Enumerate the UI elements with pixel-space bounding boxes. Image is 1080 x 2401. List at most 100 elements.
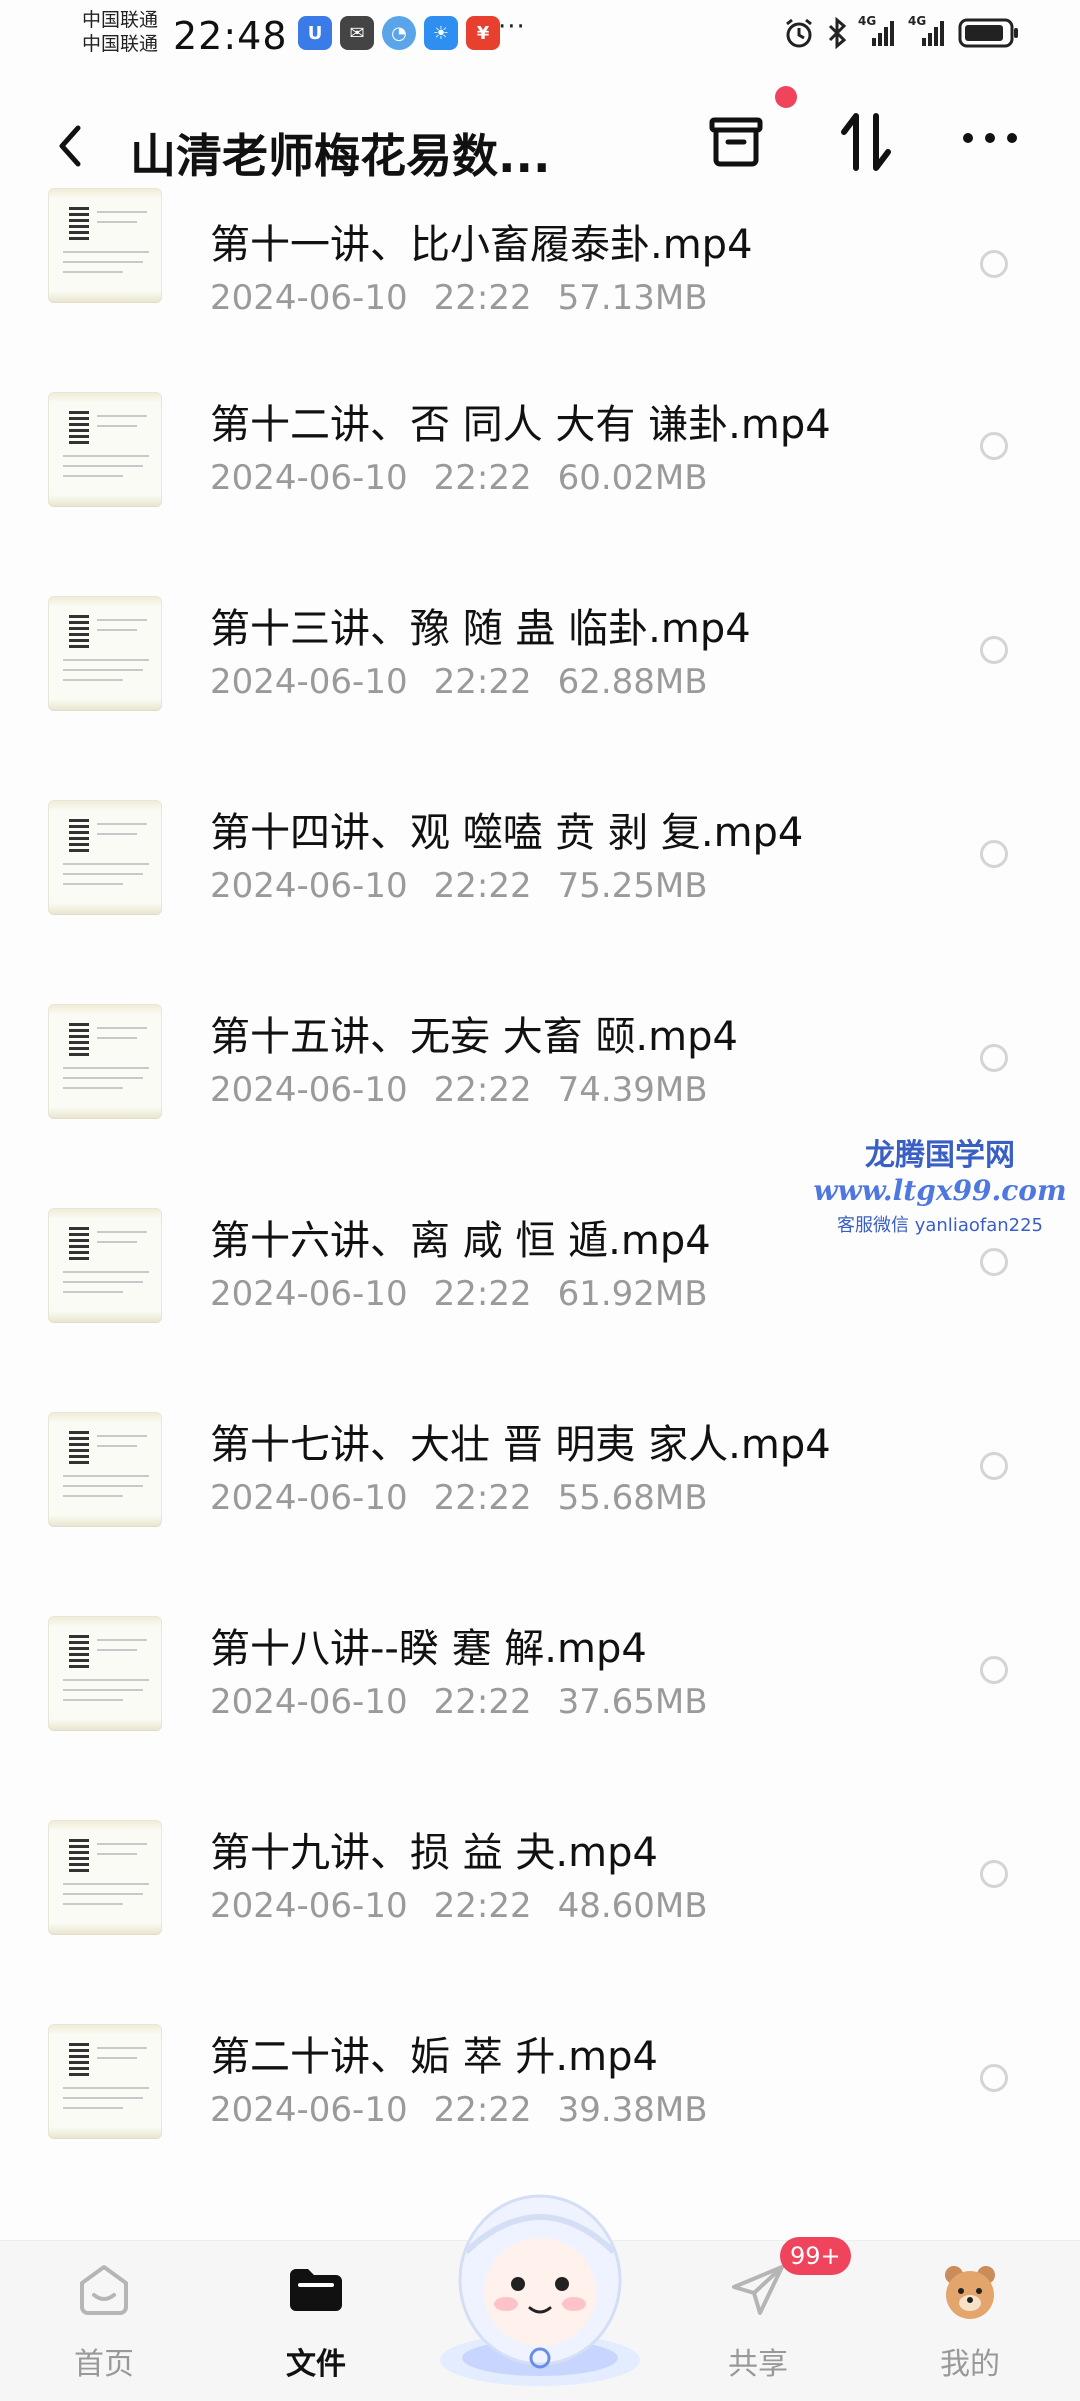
file-name[interactable]: 第十六讲、离 咸 恒 遁.mp4: [210, 1208, 711, 1266]
hexagram-icon: [69, 207, 89, 243]
video-thumbnail: [48, 1412, 162, 1526]
bluetooth-icon: [828, 16, 847, 50]
file-date: 2024-06-10: [210, 1682, 408, 1722]
file-meta: 2024-06-10 22:22 55.68MB: [210, 1478, 708, 1518]
hexagram-icon: [69, 1635, 89, 1671]
more-notifications-icon: ···: [498, 12, 526, 42]
nav-share-label: 共享: [728, 2347, 788, 2382]
system-icons: 4G 4G: [782, 14, 1020, 50]
file-row[interactable]: 第十七讲、大壮 晋 明夷 家人.mp4 2024-06-10 22:22 55.68M…: [0, 1382, 1080, 1586]
file-time: 22:22: [433, 1682, 532, 1722]
nav-home[interactable]: 首页: [34, 2261, 174, 2383]
file-size: 74.39MB: [557, 1070, 708, 1110]
bear-avatar-icon: [945, 2266, 995, 2319]
file-date: 2024-06-10: [210, 662, 408, 702]
red-packet-notification-icon: ¥: [466, 16, 500, 50]
select-radio[interactable]: [980, 250, 1008, 278]
nav-home-label: 首页: [74, 2347, 134, 2382]
file-time: 22:22: [433, 1478, 532, 1518]
sort-icon[interactable]: [836, 110, 896, 174]
file-time: 22:22: [433, 662, 532, 702]
paper-plane-icon: [732, 2265, 784, 2315]
video-thumbnail: [48, 800, 162, 914]
file-date: 2024-06-10: [210, 458, 408, 498]
file-row[interactable]: 第二十讲、姤 萃 升.mp4 2024-06-10 22:22 39.38MB: [0, 1994, 1080, 2198]
file-name[interactable]: 第十一讲、比小畜履泰卦.mp4: [210, 212, 753, 270]
file-size: 39.38MB: [557, 2090, 708, 2130]
file-size: 48.60MB: [557, 1886, 708, 1926]
file-name[interactable]: 第十四讲、观 噬嗑 贲 剥 复.mp4: [210, 800, 803, 858]
file-time: 22:22: [433, 2090, 532, 2130]
file-date: 2024-06-10: [210, 1886, 408, 1926]
app-notification-icon: ✉: [340, 16, 374, 50]
file-meta: 2024-06-10 22:22 61.92MB: [210, 1274, 708, 1314]
file-row[interactable]: 第十八讲--睽 蹇 解.mp4 2024-06-10 22:22 37.65MB: [0, 1586, 1080, 1790]
select-radio[interactable]: [980, 1044, 1008, 1072]
select-radio[interactable]: [980, 840, 1008, 868]
select-radio[interactable]: [980, 2064, 1008, 2092]
alarm-icon: [786, 18, 812, 48]
archive-icon[interactable]: [706, 112, 766, 172]
select-radio[interactable]: [980, 636, 1008, 664]
file-date: 2024-06-10: [210, 1070, 408, 1110]
battery-icon: [958, 18, 1018, 48]
video-thumbnail: [48, 1820, 162, 1934]
signal-2-icon: 4G: [908, 14, 948, 48]
top-app-bar: 山清老师梅花易数...: [0, 80, 1080, 210]
file-row[interactable]: 第十九讲、损 益 夬.mp4 2024-06-10 22:22 48.60MB: [0, 1790, 1080, 1994]
video-thumbnail: [48, 1616, 162, 1730]
app-notification-icon: U: [298, 16, 332, 50]
file-size: 57.13MB: [557, 278, 708, 318]
select-radio[interactable]: [980, 1860, 1008, 1888]
nav-me[interactable]: 我的: [900, 2261, 1040, 2383]
back-arrow-icon[interactable]: [50, 118, 90, 174]
hexagram-icon: [69, 2043, 89, 2079]
file-meta: 2024-06-10 22:22 60.02MB: [210, 458, 708, 498]
file-name[interactable]: 第十九讲、损 益 夬.mp4: [210, 1820, 658, 1878]
file-time: 22:22: [433, 1886, 532, 1926]
share-badge: 99+: [780, 2237, 851, 2275]
file-size: 37.65MB: [557, 1682, 708, 1722]
file-name[interactable]: 第十五讲、无妄 大畜 颐.mp4: [210, 1004, 738, 1062]
file-name[interactable]: 第二十讲、姤 萃 升.mp4: [210, 2024, 658, 2082]
file-name[interactable]: 第十二讲、否 同人 大有 谦卦.mp4: [210, 392, 831, 450]
file-name[interactable]: 第十三讲、豫 随 蛊 临卦.mp4: [210, 596, 751, 654]
file-row[interactable]: 第十三讲、豫 随 蛊 临卦.mp4 2024-06-10 22:22 62.88MB: [0, 566, 1080, 770]
video-thumbnail: [48, 188, 162, 302]
select-radio[interactable]: [980, 432, 1008, 460]
file-date: 2024-06-10: [210, 278, 408, 318]
select-radio[interactable]: [980, 1248, 1008, 1276]
file-meta: 2024-06-10 22:22 57.13MB: [210, 278, 708, 318]
file-meta: 2024-06-10 22:22 75.25MB: [210, 866, 708, 906]
mascot-assistant-button[interactable]: [430, 2180, 650, 2390]
home-icon: [80, 2265, 128, 2315]
file-time: 22:22: [433, 458, 532, 498]
nav-files[interactable]: 文件: [246, 2261, 386, 2383]
folder-icon: [290, 2269, 342, 2311]
file-size: 55.68MB: [557, 1478, 708, 1518]
video-thumbnail: [48, 1004, 162, 1118]
file-name[interactable]: 第十八讲--睽 蹇 解.mp4: [210, 1616, 647, 1674]
hexagram-icon: [69, 1227, 89, 1263]
file-row[interactable]: 第十四讲、观 噬嗑 贲 剥 复.mp4 2024-06-10 22:22 75.25M…: [0, 770, 1080, 974]
file-meta: 2024-06-10 22:22 39.38MB: [210, 2090, 708, 2130]
file-date: 2024-06-10: [210, 866, 408, 906]
watermark: 龙腾国学网 www.ltgx99.com 客服微信 yanliaofan225: [800, 1130, 1080, 1237]
browser-notification-icon: ◔: [382, 16, 416, 50]
notification-icons: U ✉ ◔ ☀ ¥: [298, 16, 500, 50]
select-radio[interactable]: [980, 1452, 1008, 1480]
file-size: 61.92MB: [557, 1274, 708, 1314]
hexagram-icon: [69, 819, 89, 855]
notification-dot: [775, 86, 797, 108]
watermark-line-3: 客服微信 yanliaofan225: [837, 1215, 1043, 1236]
file-time: 22:22: [433, 1274, 532, 1314]
video-thumbnail: [48, 2024, 162, 2138]
file-name[interactable]: 第十七讲、大壮 晋 明夷 家人.mp4: [210, 1412, 831, 1470]
file-size: 60.02MB: [557, 458, 708, 498]
file-row[interactable]: 第十一讲、比小畜履泰卦.mp4 2024-06-10 22:22 57.13MB: [0, 188, 1080, 362]
hexagram-icon: [69, 615, 89, 651]
nav-share[interactable]: 共享: [688, 2261, 828, 2383]
select-radio[interactable]: [980, 1656, 1008, 1684]
more-options-icon[interactable]: [960, 128, 1020, 148]
file-row[interactable]: 第十二讲、否 同人 大有 谦卦.mp4 2024-06-10 22:22 60.02M…: [0, 362, 1080, 566]
